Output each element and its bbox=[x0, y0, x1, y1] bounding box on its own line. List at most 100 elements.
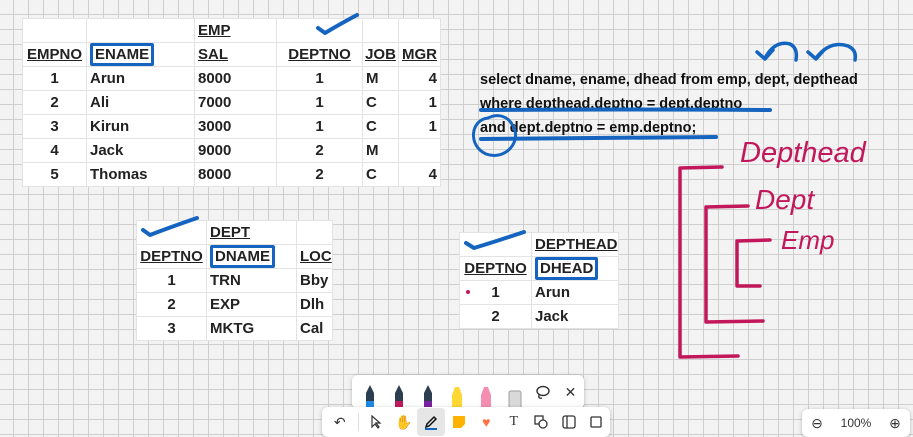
table-cell: 3 bbox=[22, 114, 87, 139]
emp-header-empno: EMPNO bbox=[22, 42, 87, 67]
purple-pen[interactable] bbox=[414, 375, 443, 409]
text-icon: T bbox=[509, 414, 519, 429]
table-cell: 1 bbox=[276, 114, 363, 139]
eraser[interactable] bbox=[501, 375, 530, 409]
dept-header-loc: LOC bbox=[296, 244, 333, 269]
table-cell: Arun bbox=[86, 66, 195, 91]
emp-title: EMP bbox=[194, 18, 277, 43]
table-row: 2 Ali 7000 1 C 1 bbox=[22, 90, 441, 115]
table-cell: EXP bbox=[206, 292, 297, 317]
curved-arrow-2-ink bbox=[814, 42, 858, 62]
table-cell: 8000 bbox=[194, 162, 277, 187]
magenta-pen[interactable] bbox=[385, 375, 414, 409]
table-cell: 2 bbox=[459, 304, 532, 329]
table-cell: Cal bbox=[296, 316, 333, 341]
table-cell bbox=[398, 138, 441, 163]
table-cell: 1 bbox=[459, 280, 532, 305]
depthead-table: DEPTHEAD DEPTNO DHEAD 1 Arun 2 Jack bbox=[459, 232, 619, 329]
table-cell: Bby bbox=[296, 268, 333, 293]
table-cell: 1 bbox=[398, 90, 441, 115]
zoom-level: 100% bbox=[840, 416, 872, 430]
table-cell: 9000 bbox=[194, 138, 277, 163]
table-cell: 4 bbox=[398, 66, 441, 91]
table-cell: Kirun bbox=[86, 114, 195, 139]
yellow-highlighter[interactable] bbox=[443, 375, 472, 409]
curved-arrow-2-head-ink bbox=[806, 48, 826, 61]
table-cell: 7000 bbox=[194, 90, 277, 115]
zoom-in-icon: ⊕ bbox=[889, 414, 901, 431]
table-cell: Jack bbox=[86, 138, 195, 163]
curved-arrow-1-head-ink bbox=[755, 48, 775, 61]
sql-line-1: select dname, ename, dhead from emp, dep… bbox=[480, 72, 858, 88]
table-cell: Dlh bbox=[296, 292, 333, 317]
zoom-out-icon: ⊖ bbox=[811, 414, 823, 431]
toolbar-divider bbox=[357, 413, 359, 431]
table-cell: 2 bbox=[276, 162, 363, 187]
blue-pen[interactable] bbox=[356, 375, 385, 409]
lasso-icon bbox=[536, 385, 551, 399]
dept-title: DEPT bbox=[206, 220, 297, 245]
ink-tool-button[interactable] bbox=[417, 408, 445, 436]
table-cell: 3000 bbox=[194, 114, 277, 139]
table-row: 3 MKTG Cal bbox=[136, 316, 333, 341]
table-cell: TRN bbox=[206, 268, 297, 293]
depthead-header-dhead: DHEAD bbox=[531, 256, 619, 281]
select-tool-button[interactable] bbox=[362, 408, 390, 436]
table-cell: Arun bbox=[531, 280, 619, 305]
table-cell: 1 bbox=[276, 66, 363, 91]
emp-header-sal: SAL bbox=[194, 42, 277, 67]
table-row: 4 Jack 9000 2 M bbox=[22, 138, 441, 163]
reactions-button[interactable]: ♥ bbox=[472, 408, 500, 436]
handwriting-depthead: Depthead bbox=[740, 137, 867, 169]
curved-arrow-1-ink bbox=[763, 41, 799, 62]
handwriting-emp: Emp bbox=[781, 225, 834, 255]
table-cell: 2 bbox=[22, 90, 87, 115]
sql-query: select dname, ename, dhead from emp, dep… bbox=[480, 68, 858, 140]
dept-header-deptno: DEPTNO bbox=[136, 244, 207, 269]
table-cell: 8000 bbox=[194, 66, 277, 91]
sql-line-3: and dept.deptno = emp.deptno; bbox=[480, 120, 697, 136]
dept-header-dname: DNAME bbox=[206, 244, 297, 269]
table-cell: 4 bbox=[398, 162, 441, 187]
lasso-select-button[interactable] bbox=[530, 378, 557, 406]
depthead-header-deptno: DEPTNO bbox=[459, 256, 532, 281]
table-cell: Thomas bbox=[86, 162, 195, 187]
yellow-highlighter-icon bbox=[452, 387, 463, 409]
sticky-note-button[interactable] bbox=[445, 408, 473, 436]
table-cell: Jack bbox=[531, 304, 619, 329]
templates-button[interactable] bbox=[555, 408, 583, 436]
shapes-button[interactable] bbox=[527, 408, 555, 436]
table-cell: C bbox=[362, 162, 399, 187]
table-row: 1 Arun bbox=[459, 280, 619, 305]
table-cell: 1 bbox=[22, 66, 87, 91]
magenta-pen-icon bbox=[395, 385, 404, 409]
table-cell: C bbox=[362, 114, 399, 139]
depthead-title: DEPTHEAD bbox=[531, 232, 619, 257]
table-row: 1 TRN Bby bbox=[136, 268, 333, 293]
table-row: 3 Kirun 3000 1 C 1 bbox=[22, 114, 441, 139]
pan-tool-button[interactable]: ✋ bbox=[390, 408, 418, 436]
cursor-icon bbox=[371, 415, 382, 429]
table-row: 5 Thomas 8000 2 C 4 bbox=[22, 162, 441, 187]
table-row: 2 Jack bbox=[459, 304, 619, 329]
purple-pen-icon bbox=[424, 385, 433, 409]
dept-table: DEPT DEPTNO DNAME LOC 1 TRN Bby 2 EXP Dl… bbox=[136, 220, 333, 341]
bracket-dept-ink bbox=[704, 204, 765, 324]
table-cell: C bbox=[362, 90, 399, 115]
bracket-depthead-ink bbox=[678, 165, 740, 359]
eraser-icon bbox=[508, 390, 522, 409]
close-pen-tray-button[interactable]: ✕ bbox=[557, 378, 584, 406]
table-cell: 5 bbox=[22, 162, 87, 187]
sql-line-2: where depthead.deptno = dept.deptno bbox=[480, 96, 743, 112]
emp-header-job: JOB bbox=[362, 42, 399, 67]
pink-highlighter-icon bbox=[481, 387, 492, 409]
bracket-emp-ink bbox=[735, 238, 772, 288]
emp-header-mgr: MGR bbox=[398, 42, 441, 67]
blue-pen-icon bbox=[366, 385, 375, 409]
table-cell: 2 bbox=[136, 292, 207, 317]
text-tool-button[interactable]: T bbox=[500, 408, 528, 436]
more-icon bbox=[590, 416, 602, 428]
pink-highlighter[interactable] bbox=[472, 375, 501, 409]
more-button[interactable] bbox=[582, 408, 610, 436]
undo-button[interactable]: ↶ bbox=[326, 408, 354, 436]
